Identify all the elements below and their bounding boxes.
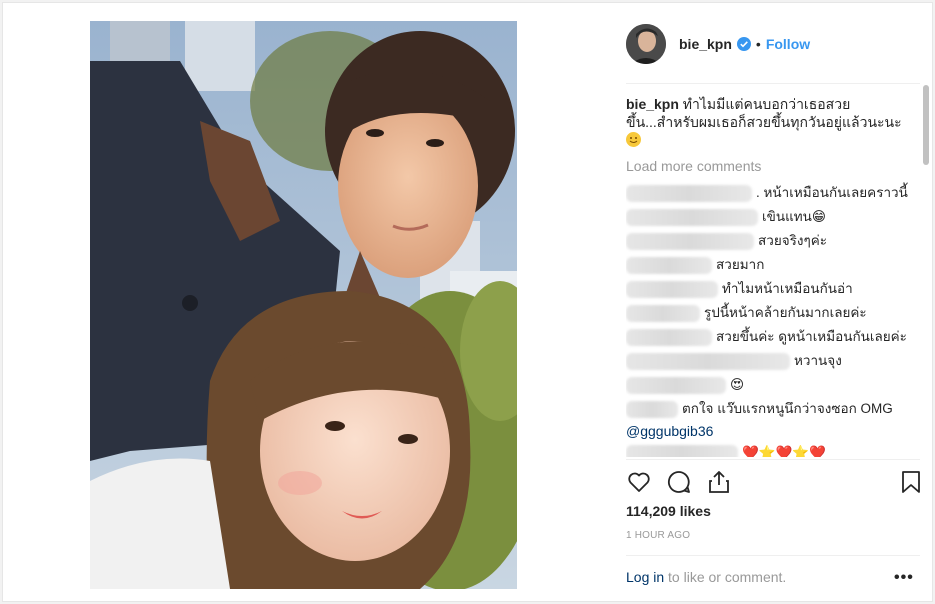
post-actions	[626, 469, 922, 499]
comment-text: ทำไมหน้าเหมือนกันอ่า	[722, 281, 853, 296]
comment-mention[interactable]: @gggubgib36	[626, 422, 713, 440]
blurred-username[interactable]	[626, 376, 726, 394]
divider	[626, 459, 920, 460]
avatar[interactable]	[626, 24, 666, 64]
comment-text: รูปนี้หน้าคล้ายกันมากเลยค่ะ	[704, 305, 867, 320]
comment-text: เขินแทน😁	[762, 209, 826, 224]
load-more-comments[interactable]: Load more comments	[626, 157, 922, 175]
blurred-username[interactable]	[626, 280, 718, 298]
comment-text: สวยมาก	[716, 257, 765, 272]
share-icon[interactable]	[706, 469, 734, 497]
blurred-username[interactable]	[626, 444, 738, 457]
blurred-username[interactable]	[626, 232, 754, 250]
verified-badge-icon	[736, 37, 751, 51]
scrollbar-thumb[interactable]	[923, 85, 929, 165]
likes-count[interactable]: 114,209 likes	[626, 503, 711, 519]
smile-emoji-icon	[626, 132, 641, 147]
login-prompt-text: to like or comment.	[664, 569, 787, 585]
post-photo[interactable]	[90, 21, 517, 589]
list-item: สวยมาก	[626, 253, 922, 277]
separator-dot: •	[755, 36, 761, 52]
blurred-username[interactable]	[626, 184, 752, 202]
list-item: รูปนี้หน้าคล้ายกันมากเลยค่ะ	[626, 301, 922, 325]
post-side-panel: bie_kpn • Follow bie_kpn ทำไมมีแต่คนบอกว…	[610, 3, 934, 603]
list-item: สวยจริงๆค่ะ	[626, 229, 922, 253]
post-caption: bie_kpn ทำไมมีแต่คนบอกว่าเธอสวยขึ้น...สำ…	[626, 95, 922, 149]
post-header: bie_kpn • Follow	[626, 21, 926, 67]
list-item: เขินแทน😁	[626, 205, 922, 229]
list-item: ตกใจ แว๊บแรกหนูนึกว่าจงซอก OMG	[626, 397, 922, 421]
blurred-username[interactable]	[626, 352, 790, 370]
comment-text: สวยขึ้นค่ะ ดูหน้าเหมือนกันเลยค่ะ	[716, 329, 907, 344]
post-card: bie_kpn • Follow bie_kpn ทำไมมีแต่คนบอกว…	[2, 2, 933, 602]
comment-text: 😍	[730, 377, 745, 392]
more-options-icon[interactable]: •••	[894, 569, 914, 587]
list-item: @gggubgib36	[626, 421, 922, 441]
comment-text: สวยจริงๆค่ะ	[758, 233, 828, 248]
list-item: ทำไมหน้าเหมือนกันอ่า	[626, 277, 922, 301]
blurred-username[interactable]	[626, 304, 700, 322]
list-item: ❤️⭐❤️⭐❤️	[626, 441, 922, 457]
comments-list: bie_kpn ทำไมมีแต่คนบอกว่าเธอสวยขึ้น...สำ…	[626, 95, 922, 457]
comment-text: . หน้าเหมือนกันเลยคราวนี้	[756, 185, 908, 200]
divider	[626, 555, 920, 556]
list-item: สวยขึ้นค่ะ ดูหน้าเหมือนกันเลยค่ะ	[626, 325, 922, 349]
blurred-username[interactable]	[626, 208, 758, 226]
post-timestamp: 1 HOUR AGO	[626, 530, 691, 541]
comment-text: ❤️⭐❤️⭐❤️	[742, 445, 827, 457]
list-item: หวานจุง	[626, 349, 922, 373]
blurred-username[interactable]	[626, 256, 712, 274]
blurred-username[interactable]	[626, 328, 712, 346]
login-prompt: Log in to like or comment.	[626, 569, 786, 585]
list-item: . หน้าเหมือนกันเลยคราวนี้	[626, 181, 922, 205]
comment-text: ตกใจ แว๊บแรกหนูนึกว่าจงซอก OMG	[682, 401, 893, 416]
comments-scrollbar[interactable]	[922, 85, 930, 457]
divider	[626, 83, 920, 84]
username[interactable]: bie_kpn	[679, 36, 732, 52]
caption-username[interactable]: bie_kpn	[626, 96, 679, 112]
bookmark-icon[interactable]	[898, 469, 926, 497]
blurred-username[interactable]	[626, 400, 678, 418]
login-link[interactable]: Log in	[626, 569, 664, 585]
comment-bubble-icon[interactable]	[666, 469, 694, 497]
comment-text: หวานจุง	[794, 353, 842, 368]
follow-button[interactable]: Follow	[766, 36, 810, 52]
list-item: 😍	[626, 373, 922, 397]
heart-icon[interactable]	[626, 469, 654, 497]
